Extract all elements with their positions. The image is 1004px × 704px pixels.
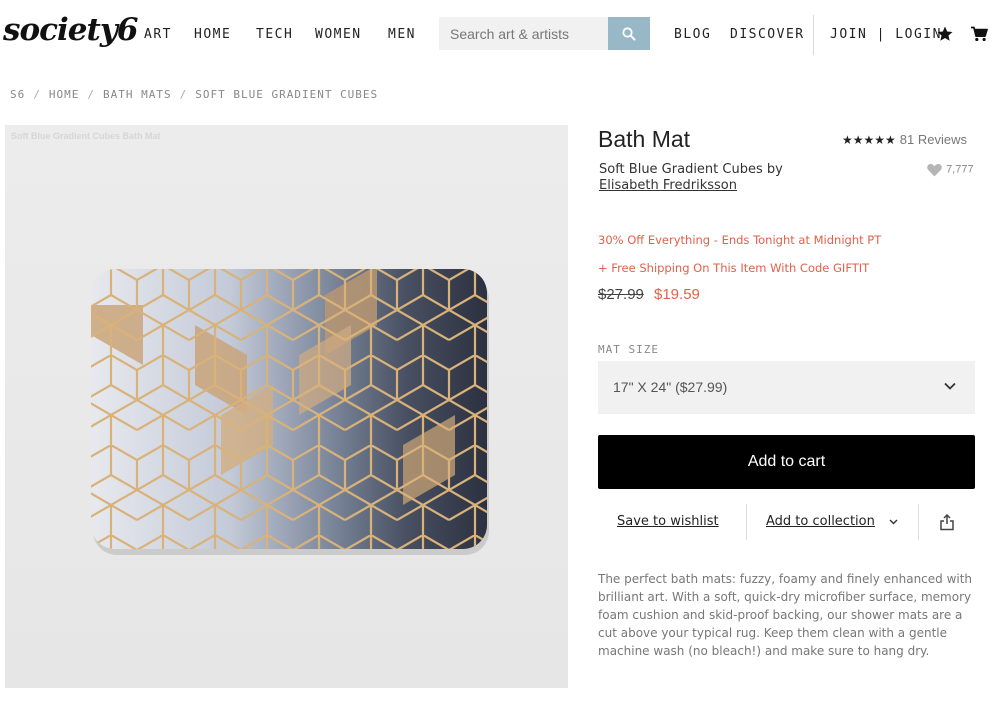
artist-link[interactable]: Elisabeth Fredriksson: [599, 178, 737, 193]
nav-home[interactable]: HOME: [194, 27, 231, 42]
product-subtitle: Soft Blue Gradient Cubes by Elisabeth Fr…: [599, 162, 783, 194]
nav-discover[interactable]: DISCOVER: [730, 27, 805, 42]
rating-stars: ★★★★★: [842, 133, 896, 147]
action-divider: [746, 504, 747, 540]
search-input[interactable]: [439, 17, 608, 50]
add-to-cart-button[interactable]: Add to cart: [598, 435, 975, 489]
share-icon: [940, 513, 954, 531]
price-original: $27.99: [598, 286, 644, 303]
action-divider: [918, 504, 919, 540]
image-alt-text: Soft Blue Gradient Cubes Bath Mat: [11, 131, 161, 141]
header-divider: [813, 15, 814, 55]
heart-icon: [927, 164, 942, 177]
like-button[interactable]: 7,777: [926, 162, 974, 177]
search-bar: [439, 17, 650, 50]
promo-shipping: + Free Shipping On This Item With Code G…: [598, 261, 870, 275]
cart-button[interactable]: [970, 26, 988, 47]
share-button[interactable]: [939, 513, 955, 536]
chevron-down-icon: [944, 382, 956, 390]
star-icon: [937, 26, 953, 41]
bath-mat-artwork: [91, 269, 489, 555]
size-dropdown[interactable]: 17" X 24" ($27.99): [598, 361, 975, 414]
site-logo[interactable]: society6: [3, 12, 138, 48]
promo-sale: 30% Off Everything - Ends Tonight at Mid…: [598, 233, 882, 247]
nav-blog[interactable]: BLOG: [674, 27, 711, 42]
search-icon: [622, 26, 636, 40]
breadcrumb: S6 / HOME / BATH MATS / SOFT BLUE GRADIENT CUB…: [10, 88, 378, 101]
breadcrumb-home[interactable]: HOME: [49, 88, 80, 101]
search-button[interactable]: [608, 17, 650, 50]
size-selected-value: 17" X 24" ($27.99): [613, 379, 728, 395]
site-header: society6 ART HOME TECH WOMEN MEN BLOG DI…: [0, 0, 1004, 70]
size-label: MAT SIZE: [598, 343, 659, 356]
breadcrumb-bath-mats[interactable]: BATH MATS: [103, 88, 172, 101]
product-image[interactable]: Soft Blue Gradient Cubes Bath Mat: [5, 125, 568, 688]
cart-icon: [971, 26, 988, 42]
nav-art[interactable]: ART: [144, 27, 172, 42]
nav-women[interactable]: WOMEN: [315, 27, 362, 42]
nav-tech[interactable]: TECH: [256, 27, 293, 42]
product-description: The perfect bath mats: fuzzy, foamy and …: [598, 572, 973, 658]
nav-men[interactable]: MEN: [388, 27, 416, 42]
wishlist-star-button[interactable]: [936, 25, 954, 48]
product-title: Bath Mat: [598, 126, 691, 152]
breadcrumb-separator: /: [87, 88, 95, 101]
breadcrumb-current: SOFT BLUE GRADIENT CUBES: [195, 88, 379, 101]
reviews-count: 81 Reviews: [899, 132, 967, 147]
join-login-link[interactable]: JOIN | LOGIN: [830, 27, 942, 42]
breadcrumb-separator: /: [33, 88, 41, 101]
reviews-summary[interactable]: ★★★★★ 81 Reviews: [842, 132, 967, 147]
artwork-title: Soft Blue Gradient Cubes by: [599, 162, 783, 177]
breadcrumb-s6[interactable]: S6: [10, 88, 25, 101]
chevron-down-icon: [889, 519, 898, 525]
add-to-collection-label: Add to collection: [766, 514, 875, 529]
breadcrumb-separator: /: [179, 88, 188, 101]
likes-count: 7,777: [946, 163, 974, 176]
price-sale: $19.59: [654, 286, 700, 303]
save-to-wishlist-link[interactable]: Save to wishlist: [617, 514, 719, 529]
add-to-collection-link[interactable]: Add to collection: [766, 514, 875, 529]
